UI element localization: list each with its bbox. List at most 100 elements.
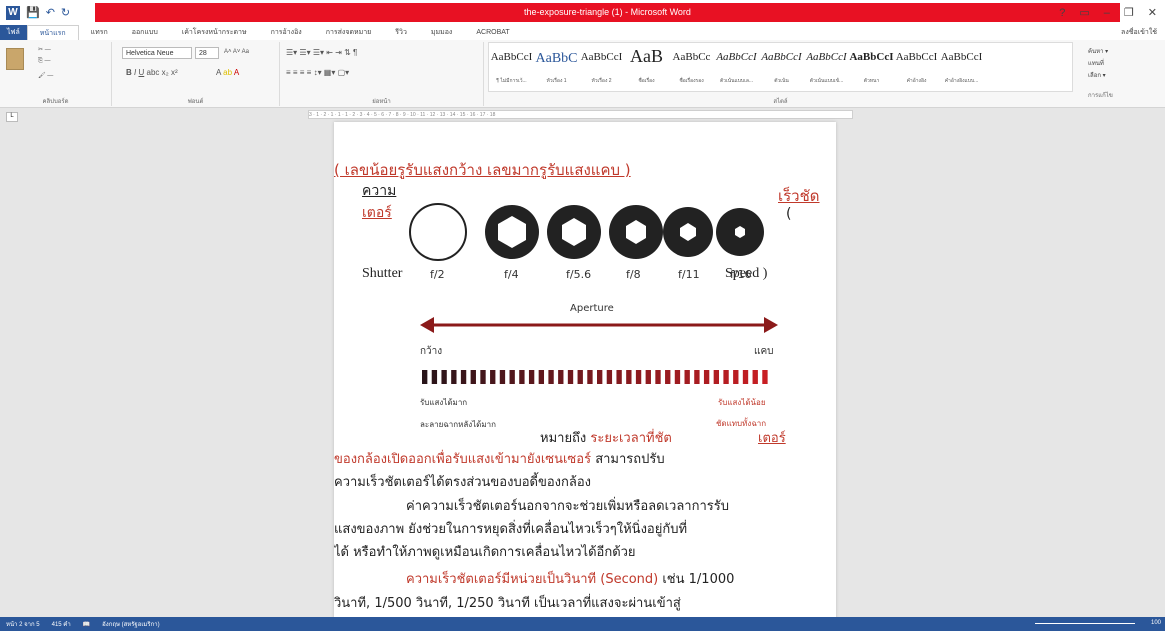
style-item[interactable]: AaBbCcI ตัวหนา	[849, 43, 894, 91]
gradient-bar	[451, 370, 457, 384]
style-item[interactable]: AaBbCcI ¶ ไม่มีการเว้...	[489, 43, 534, 91]
gradient-bar	[742, 370, 749, 384]
style-preview: AaBbCcI	[806, 51, 847, 63]
grow-shrink-font-icon[interactable]: A˄ A˅ Aa	[224, 49, 249, 55]
style-item[interactable]: AaBbCcI ตัวเน้นแบบเข้...	[804, 43, 849, 91]
gradient-bar	[528, 370, 535, 384]
language-indicator[interactable]: อังกฤษ (สหรัฐอเมริกา)	[102, 619, 159, 629]
tab-insert[interactable]: แทรก	[79, 25, 120, 40]
style-item[interactable]: AaBbCcI ตัวเน้น	[759, 43, 804, 91]
copy-icon[interactable]: ⎘ —	[38, 58, 50, 65]
style-preview: AaBbCc	[672, 51, 711, 63]
style-item[interactable]: AaBbCcI คำอ้างอิงแบบ...	[939, 43, 984, 91]
close-button[interactable]: ✕	[1148, 6, 1157, 19]
aperture-f2-icon	[409, 203, 467, 261]
styles-group-label: สไตล์	[773, 99, 788, 105]
gradient-bar	[616, 370, 622, 384]
fstop-label: f/8	[626, 268, 641, 281]
paste-icon[interactable]	[6, 48, 24, 70]
help-button[interactable]: ?	[1059, 7, 1065, 19]
style-preview: AaBbCcI	[761, 51, 802, 63]
word-logo-icon: W	[6, 5, 20, 20]
gradient-bar	[519, 370, 525, 384]
tab-layout[interactable]: เค้าโครงหน้ากระดาษ	[170, 25, 259, 40]
document-page[interactable]: ( เลขน้อยรูรับแสงกว้าง เลขมากรูรับแสงแคบ…	[334, 122, 836, 622]
fstop-label: f/16	[730, 268, 752, 281]
bold-italic-underline-icons[interactable]: B I U abc x₂ x²	[126, 68, 178, 77]
horizontal-ruler[interactable]: 3 · 1 · 2 · 1 · 1 · 1 · 2 · 3 · 4 · 5 · …	[308, 110, 853, 119]
minimize-button[interactable]: –	[1104, 7, 1110, 19]
gradient-bar	[548, 370, 554, 384]
format-painter-icon[interactable]: 🖌 —	[38, 72, 53, 79]
replace-button[interactable]: แทนที่	[1088, 58, 1113, 70]
style-preview: AaBbCcI	[490, 51, 533, 63]
tab-file[interactable]: ไฟล์	[0, 25, 27, 40]
gradient-bar	[733, 370, 739, 384]
cut-icon[interactable]: ✂ —	[38, 46, 51, 53]
gradient-bar	[606, 370, 613, 384]
style-item[interactable]: AaBbCc ชื่อเรื่องรอง	[669, 43, 714, 91]
tab-selector-icon[interactable]: L	[6, 112, 18, 122]
tab-design[interactable]: ออกแบบ	[120, 25, 170, 40]
light-gradient-bars	[422, 370, 768, 384]
clipboard-group-label: คลิปบอร์ด	[42, 99, 69, 105]
tab-view[interactable]: มุมมอง	[419, 25, 464, 40]
tab-references[interactable]: การอ้างอิง	[259, 25, 314, 40]
style-name: คำอ้างอิง	[906, 78, 927, 84]
aperture-diagram	[409, 203, 778, 384]
style-item[interactable]: AaBbCcI ตัวเน้นแบบเล...	[714, 43, 759, 91]
doc-paragraph-4: ค่าความเร็วชัตเตอร์นอกจากจะช่วยเพิ่มหรือ…	[406, 499, 729, 514]
find-button[interactable]: ค้นหา ▾	[1088, 46, 1113, 58]
style-preview: AaBbCcI	[940, 51, 983, 63]
tab-acrobat[interactable]: ACROBAT	[464, 25, 521, 40]
ribbon-display-icon[interactable]: ▭	[1079, 6, 1089, 19]
tab-review[interactable]: รีวิว	[383, 25, 419, 40]
editing-group-label: การแก้ไข	[1088, 93, 1113, 99]
style-item[interactable]: AaBbC หัวเรื่อง 1	[534, 43, 579, 91]
style-name: ตัวเน้นแบบเล...	[719, 78, 754, 84]
page-count[interactable]: หน้า 2 จาก 5	[6, 619, 40, 629]
arrow-left-head	[420, 317, 434, 333]
alignment-icons[interactable]: ≡ ≡ ≡ ≡ ↕▾ ▦▾ ▢▾	[286, 68, 349, 77]
doc-wide-label: กว้าง	[420, 346, 443, 357]
font-name-box[interactable]: Helvetica Neue	[122, 47, 192, 59]
sign-in-link[interactable]: ลงชื่อเข้าใช้	[1121, 27, 1165, 38]
font-size-box[interactable]: 28	[195, 47, 219, 59]
doc-paragraph-5: แสงของภาพ ยังช่วยในการหยุดสิ่งที่เคลื่อน…	[334, 522, 688, 537]
list-icons[interactable]: ☰▾ ☰▾ ☰▾ ⇤ ⇥ ⇅ ¶	[286, 48, 357, 57]
style-preview: AaBbCcI	[716, 51, 757, 63]
tab-mailings[interactable]: การส่งจดหมาย	[314, 25, 384, 40]
word-window: W 💾 ↶ ↻ the-exposure-triangle (1) - Micr…	[0, 0, 1165, 631]
proofing-icon[interactable]: 📖	[83, 621, 90, 628]
doc-paragraph-8: วินาที, 1/500 วินาที, 1/250 วินาที เป็นเ…	[334, 596, 681, 611]
gradient-bar	[597, 370, 603, 384]
undo-icon[interactable]: ↶	[46, 6, 55, 19]
select-button[interactable]: เลือก ▾	[1088, 70, 1113, 82]
arrow-right-head	[764, 317, 778, 333]
word-count[interactable]: 415 คำ	[52, 619, 71, 629]
gradient-bar	[480, 370, 486, 384]
zoom-level[interactable]: 100	[1151, 620, 1161, 626]
gradient-bar	[577, 370, 583, 384]
style-item[interactable]: AaBbCcI หัวเรื่อง 2	[579, 43, 624, 91]
ribbon: ✂ — ⎘ — 🖌 — คลิปบอร์ด Helvetica Neue 28 …	[0, 40, 1165, 108]
zoom-slider[interactable]	[1035, 623, 1135, 624]
tab-home[interactable]: หน้าแรก	[26, 25, 79, 40]
text-color-icons[interactable]: A ab A	[216, 68, 239, 77]
aperture-f56-icon	[547, 205, 601, 259]
gradient-bar	[645, 370, 651, 384]
style-item[interactable]: AaBbCcI คำอ้างอิง	[894, 43, 939, 91]
restore-button[interactable]: ❐	[1124, 6, 1134, 19]
doc-line-aperture-note: ( เลขน้อยรูรับแสงกว้าง เลขมากรูรับแสงแคบ…	[334, 161, 631, 179]
gradient-bar	[567, 370, 574, 384]
style-name: หัวเรื่อง 2	[591, 78, 612, 84]
style-preview: AaBbCcI	[895, 51, 938, 63]
gradient-bar	[723, 370, 729, 384]
redo-icon[interactable]: ↻	[61, 6, 70, 19]
save-icon[interactable]: 💾	[26, 6, 40, 19]
fstop-label: f/5.6	[566, 268, 592, 281]
gradient-bar	[665, 370, 671, 384]
style-item[interactable]: AaB ชื่อเรื่อง	[624, 43, 669, 91]
gradient-bar	[587, 370, 593, 384]
style-name: ¶ ไม่มีการเว้...	[496, 78, 527, 84]
